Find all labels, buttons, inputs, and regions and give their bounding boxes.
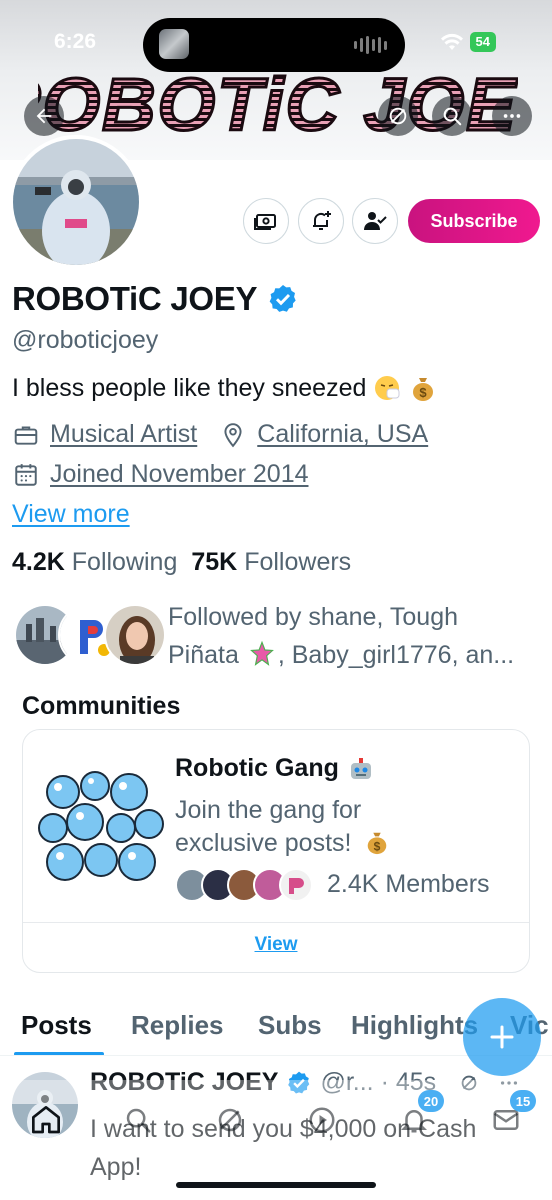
user-check-icon bbox=[364, 212, 387, 230]
followers-label: Followers bbox=[244, 548, 352, 576]
followers-stat[interactable]: 75K Followers bbox=[191, 548, 351, 577]
messages-badge: 15 bbox=[510, 1090, 536, 1112]
profile-handle: @roboticjoey bbox=[12, 326, 159, 354]
followed-by-line2a: Piñata bbox=[168, 641, 239, 669]
pinata-star-icon bbox=[249, 640, 274, 666]
money-bag-icon: $ bbox=[408, 373, 438, 403]
profile-bio: I bless people like they sneezed $ bbox=[12, 373, 438, 403]
back-arrow-icon bbox=[36, 108, 52, 124]
community-card[interactable]: Robotic Gang Join the gang for exclusive… bbox=[22, 729, 530, 973]
notifications-button[interactable] bbox=[298, 198, 344, 244]
play-circle-icon bbox=[309, 1107, 335, 1133]
community-member-avatars bbox=[175, 868, 315, 904]
back-button[interactable] bbox=[24, 96, 64, 136]
money-bag-icon: $ bbox=[368, 832, 387, 855]
following-button[interactable] bbox=[352, 198, 398, 244]
avatar-photo bbox=[13, 139, 139, 265]
nav-spaces[interactable] bbox=[302, 1100, 342, 1140]
community-description: Join the gang for exclusive posts! $ bbox=[175, 794, 435, 860]
tips-button[interactable] bbox=[243, 198, 289, 244]
tab-replies[interactable]: Replies bbox=[131, 1010, 224, 1041]
tab-highlights[interactable]: Highlights bbox=[351, 1010, 478, 1041]
nav-messages[interactable]: 15 bbox=[486, 1090, 536, 1140]
tab-posts[interactable]: Posts bbox=[21, 1010, 92, 1041]
followed-by-avatars[interactable] bbox=[14, 604, 166, 668]
robot-icon bbox=[350, 757, 371, 779]
followed-by-text[interactable]: Followed by shane, Tough Piñata , Baby_g… bbox=[168, 598, 543, 674]
active-tab-indicator bbox=[14, 1052, 104, 1055]
location-icon bbox=[224, 422, 242, 447]
svg-text:$: $ bbox=[374, 839, 381, 853]
profile-avatar[interactable] bbox=[9, 135, 143, 269]
sneezing-face-icon bbox=[372, 373, 402, 403]
nav-home[interactable] bbox=[26, 1100, 66, 1140]
grok-icon bbox=[218, 1108, 242, 1132]
calendar-icon bbox=[15, 463, 37, 486]
notifications-badge: 20 bbox=[418, 1090, 444, 1112]
bio-text: I bless people like they sneezed bbox=[12, 373, 367, 402]
profile-meta-row: Musical Artist California, USA bbox=[12, 420, 428, 449]
category-link[interactable]: Musical Artist bbox=[50, 420, 197, 449]
joined-date: Joined November 2014 bbox=[50, 460, 309, 488]
communities-title: Communities bbox=[22, 692, 181, 720]
search-icon bbox=[126, 1108, 151, 1133]
search-icon bbox=[443, 107, 462, 126]
status-time: 6:26 bbox=[54, 30, 97, 53]
audio-wave-icon bbox=[354, 36, 387, 54]
community-view-link[interactable]: View bbox=[23, 934, 529, 956]
follower-avatar bbox=[104, 604, 166, 666]
following-label: Following bbox=[71, 548, 178, 576]
display-name: ROBOTiC JOEY bbox=[12, 280, 258, 317]
card-divider bbox=[23, 922, 529, 923]
community-name: Robotic Gang bbox=[175, 754, 339, 782]
following-stat[interactable]: 4.2K Following bbox=[12, 548, 177, 577]
more-button[interactable] bbox=[492, 96, 532, 136]
member-avatar bbox=[279, 868, 313, 902]
location-link[interactable]: California, USA bbox=[257, 420, 428, 449]
wifi-icon bbox=[440, 33, 463, 50]
home-indicator[interactable] bbox=[176, 1182, 376, 1188]
compose-button[interactable] bbox=[463, 998, 541, 1076]
grok-button[interactable] bbox=[378, 96, 418, 136]
battery-indicator: 54 bbox=[469, 32, 496, 52]
money-icon bbox=[254, 214, 276, 230]
more-icon bbox=[503, 114, 521, 118]
community-name-row: Robotic Gang bbox=[175, 754, 375, 783]
nav-search[interactable] bbox=[118, 1100, 158, 1140]
grok-icon bbox=[389, 107, 407, 125]
followed-by-line2b: , Baby_girl1776, an... bbox=[277, 641, 515, 669]
following-count: 4.2K bbox=[12, 548, 65, 576]
view-more-link[interactable]: View more bbox=[12, 500, 130, 529]
name-row: ROBOTiC JOEY bbox=[12, 280, 299, 318]
nav-notifications[interactable]: 20 bbox=[394, 1090, 444, 1140]
status-indicators: 54 bbox=[440, 32, 496, 52]
community-description-text: Join the gang for exclusive posts! bbox=[175, 796, 362, 857]
briefcase-icon bbox=[14, 425, 38, 445]
tab-subs[interactable]: Subs bbox=[258, 1010, 322, 1041]
community-image bbox=[33, 762, 165, 894]
subscribe-button[interactable]: Subscribe bbox=[408, 199, 540, 243]
joined-row: Joined November 2014 bbox=[12, 460, 309, 489]
bell-plus-icon bbox=[313, 211, 331, 230]
now-playing-thumbnail bbox=[159, 29, 189, 59]
svg-text:$: $ bbox=[420, 385, 428, 400]
nav-grok[interactable] bbox=[210, 1100, 250, 1140]
plus-icon bbox=[490, 1025, 514, 1049]
verified-badge-icon[interactable] bbox=[267, 283, 299, 315]
followers-count: 75K bbox=[191, 548, 238, 576]
community-member-count: 2.4K Members bbox=[327, 870, 490, 898]
search-button[interactable] bbox=[432, 96, 472, 136]
home-icon bbox=[32, 1106, 60, 1134]
followed-by-line1: Followed by shane, Tough bbox=[168, 603, 459, 631]
follow-stats: 4.2K Following 75K Followers bbox=[12, 548, 351, 577]
